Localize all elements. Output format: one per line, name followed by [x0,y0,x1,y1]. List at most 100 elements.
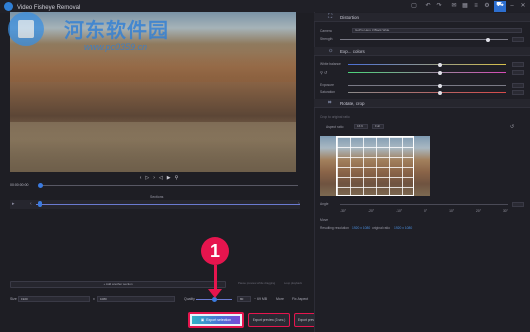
more-link[interactable]: More [276,297,284,301]
white-balance-label: White balance [320,62,341,66]
aspect-ratio-label: Aspect ratio [326,125,344,129]
camera-select[interactable]: GoPro Hero 3 Black Wide [352,28,522,33]
export-selection-label: Export selection [206,318,232,322]
quality-input[interactable]: 80 [237,296,251,302]
angle-slider[interactable] [340,204,508,205]
angle-tick: -20° [368,209,375,213]
eyedropper-reset-icons[interactable]: ⚲ ↺ [320,70,327,75]
size-estimate: ~ 69 MB [254,297,268,301]
camera-label: Camera [320,29,332,33]
height-input[interactable]: 1080 [97,296,175,302]
strength-value[interactable] [512,37,524,42]
app-title: Video Fisheye Removal [17,5,81,11]
saturation-label: Saturation [320,90,336,94]
exposure-handle[interactable] [437,83,442,88]
playback-controls: ‹ ▷ › ◁ ▶ ⚲ [134,174,184,182]
export-selection-button[interactable]: ▣ Export selection [188,312,244,328]
saturation-slider[interactable] [348,92,506,93]
next-frame-icon[interactable]: › [153,175,155,181]
width-input[interactable]: 1920 [18,296,90,302]
step-arrow-shaft [214,265,217,291]
timeline-label: Sections [150,195,164,199]
crop-mode-select[interactable]: Full [372,124,384,129]
strength-label: Strength [320,37,333,41]
loop-playback-checkbox[interactable]: Loop playback [284,281,302,285]
pause-preview-checkbox[interactable]: Pause preview while dragging [238,281,275,285]
distortion-title: Distortion [340,15,360,20]
aspect-ratio-select[interactable]: 16:9 [354,124,368,129]
angle-value[interactable] [512,202,524,207]
quality-label: Quality [184,297,195,301]
minimize-icon[interactable]: – [508,2,516,10]
timeline-section-track[interactable] [36,204,300,205]
timeline-prev-icon[interactable]: ‹ [30,201,32,207]
angle-tick: 30° [502,209,508,213]
export-preview-3-button[interactable]: Export preview (3 sec.) [248,313,290,327]
angle-label: Angle [320,202,329,206]
original-ratio-label: original ratio [372,226,390,230]
crop-icon: ⌗ [328,100,332,106]
seek-handle[interactable] [38,183,43,188]
prev-frame-icon[interactable]: ‹ [140,175,142,181]
size-label: Size [10,297,17,301]
exposure-section-header[interactable]: ☼ Exp... colors [314,47,530,56]
watermark-title: 河东软件园 [64,20,169,42]
strength-slider-handle[interactable] [485,37,490,42]
compare-icon[interactable]: ▶ [167,175,171,181]
rotate-reset-icon[interactable]: ↺ [510,124,514,130]
resolution-label: Resulting resolution [320,226,349,230]
grid-icon[interactable]: ▦ [461,2,469,10]
watermark-logo [8,12,44,46]
canyon-foreground [10,122,296,172]
sun-icon: ☼ [328,48,334,54]
canyon-ridge [10,52,296,82]
fix-aspect-checkbox[interactable]: Fix Aspect [292,297,308,301]
angle-tick: 10° [449,209,455,213]
white-balance-value[interactable] [512,62,524,67]
menu-icon[interactable]: ≡ [472,2,480,10]
crop-ratio-label: Crop to original ratio [320,115,350,119]
seek-bar[interactable] [40,185,298,186]
angle-tick: 0° [424,209,428,213]
strength-slider[interactable] [340,39,508,40]
eyedropper-icon[interactable]: ⚲ [175,175,179,181]
move-label: Move [320,218,329,222]
chat-icon[interactable]: ✉ [450,2,458,10]
timeline-start-handle[interactable] [38,201,42,207]
undo-icon[interactable]: ↶ [424,2,432,10]
distortion-section-header[interactable]: ⛶ Distortion [314,13,530,22]
close-icon[interactable]: ✕ [519,2,527,10]
tint-handle[interactable] [437,70,442,75]
add-section-button[interactable]: + Add another section [10,281,226,288]
saturation-handle[interactable] [437,90,442,95]
rotate-section-header[interactable]: ⌗ Rotate, crop [314,99,530,108]
cart-icon[interactable]: ⛟ [494,1,506,12]
tint-value[interactable] [512,70,524,75]
angle-axis: -30° -20° -10° 0° 10° 20° 30° [340,209,508,213]
volume-icon[interactable]: ◁ [159,175,163,181]
resolution-value: 1920 x 1080 [352,226,371,230]
saturation-value[interactable] [512,90,524,95]
exposure-label: Exposure [320,83,334,87]
white-balance-handle[interactable] [437,62,442,67]
step-marker: 1 [201,237,229,265]
angle-tick: 20° [476,209,482,213]
rotate-title: Rotate, crop [340,101,365,106]
windows-icon[interactable]: ▢ [410,2,418,10]
exposure-title: Exp... colors [340,49,365,54]
settings-icon[interactable]: ⚙ [483,2,491,10]
distortion-icon: ⛶ [328,14,333,20]
size-x-label: x [93,297,95,301]
timeline-play-icon[interactable]: ▸ [12,201,15,207]
exposure-value[interactable] [512,83,524,88]
watermark-url: www.pc0359.cn [84,42,148,52]
play-icon[interactable]: ▷ [145,175,149,181]
original-ratio-value: 1920 x 1080 [394,226,413,230]
white-balance-slider[interactable] [348,64,506,65]
exposure-slider[interactable] [348,85,506,86]
crop-grid[interactable] [336,136,414,196]
tint-slider[interactable] [348,72,506,73]
step-arrow-head [208,289,222,298]
redo-icon[interactable]: ↷ [435,2,443,10]
angle-tick: -10° [396,209,403,213]
